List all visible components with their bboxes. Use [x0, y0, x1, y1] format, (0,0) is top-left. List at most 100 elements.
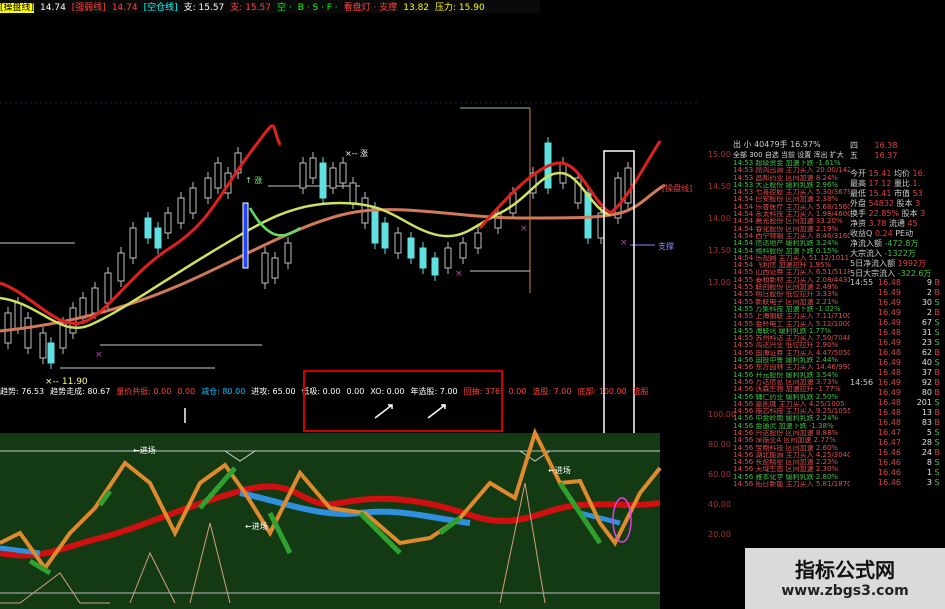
monitor-row[interactable]: 14:55 鸿达兴业 低位拉升 2.90% [733, 342, 850, 349]
up-signal-label: ↑ 涨 [245, 175, 262, 185]
watermark-title: 指标公式网 [795, 558, 895, 582]
monitor-row[interactable]: 14:56 天域生态 区间加速 2.30% [733, 466, 850, 473]
price-tick: 13.50 [708, 246, 731, 255]
title-item: 13.82 [403, 3, 430, 13]
monitor-row[interactable]: 14:54 永太科技 主力买入 1.98/4600 [733, 211, 850, 218]
indicator-title-bar: [操盘线] 14.74 [强弱线] 14.74 [空仓线] 支: 15.57 支: 15.5… [0, 0, 540, 13]
tick-row: 16.47 5 S [878, 428, 940, 437]
svg-text:×: × [620, 238, 628, 248]
monitor-row[interactable]: 14:55 新联电子 区间加速 2.21% [733, 299, 850, 306]
title-item: [强弱线] [71, 3, 106, 13]
annotation-box [303, 370, 503, 432]
monitor-tabs[interactable]: 全部 300 自选 当前 设置 浑出 扩大 [733, 150, 850, 160]
support-label: 支撑 [658, 241, 674, 251]
market-monitor-panel[interactable]: 出 小 40479手 16.97% 全部 300 自选 当前 设置 浑出 扩大 … [733, 140, 850, 609]
title-item: 压力: 15.90 [435, 3, 485, 13]
monitor-row[interactable]: 14:55 明日股份 低位拉升 3.33% [733, 291, 850, 298]
candle [144, 217, 152, 239]
indicator-value: 底部: 100.00 [577, 387, 627, 396]
monitor-row[interactable]: 14:54 乐视网 主力买入 51.12/1011 [733, 255, 850, 262]
monitor-row[interactable]: 14:54 春化股份 区间加速 2.19% [733, 226, 850, 233]
price-tick: 14.00 [708, 214, 731, 223]
watermark-url: www.zbgs3.com [781, 583, 909, 599]
candle [381, 222, 389, 249]
monitor-row[interactable]: 14:55 金杯电工 主力买入 5.12/1000 [733, 321, 850, 328]
watermark-logo: 指标公式网 www.zbgs3.com [745, 548, 945, 609]
monitor-row[interactable]: 14:56 中金岭南 缓利乳跌 2.24% [733, 415, 850, 422]
monitor-row[interactable]: 14:56 兴达股份 区间加速 8.88% [733, 430, 850, 437]
monitor-row[interactable]: 14:55 海联讯 缓利乳跌 1.77% [733, 328, 850, 335]
indicator-value: 选股 [632, 387, 649, 396]
hong-label: [操盘线] [662, 183, 692, 193]
candle [4, 312, 12, 344]
candle [214, 162, 222, 189]
monitor-row[interactable]: 14:56 开元股份 缓利乳跌 3.54% [733, 372, 850, 379]
monitor-row[interactable]: 14:55 万集科技 加速下跌 -1.02% [733, 306, 850, 313]
tick-row: 16.49 2 B [878, 288, 941, 297]
monitor-row[interactable]: 14:56 金通灵 加速下跌 -1.38% [733, 423, 850, 430]
tick-row: 16.49 23 S [878, 338, 940, 347]
monitor-row[interactable]: 14:54 信达地产 缓利乳跌 3.24% [733, 240, 850, 247]
monitor-row[interactable]: 14:53 昌邦药业 区间加速 8.24% [733, 175, 850, 182]
osc-tick: 20.00 [708, 530, 731, 539]
stat-row: 净资 3.78 流通 45 [850, 219, 918, 228]
tick-row: 14:55 16.48 9 B [850, 278, 941, 287]
monitor-row[interactable]: 14:56 振芯科技 主力买入 9.25/1055 [733, 408, 850, 415]
stat-row: 最高 17.12 量比 1. [850, 179, 921, 188]
candle [299, 162, 307, 189]
monitor-row[interactable]: 14:53 大正股份 缓利乳跌 2.96% [733, 182, 850, 189]
oscillator-panel [0, 433, 660, 609]
monitor-row[interactable]: 14:55 山西证券 主力买入 6.51/5118 [733, 269, 850, 276]
candle [394, 232, 402, 254]
candle [309, 157, 317, 179]
monitor-row[interactable]: 14:56 宝鼎科技 区间加速 2.60% [733, 445, 850, 452]
svg-text:←进场: ←进场 [548, 466, 571, 475]
monitor-row[interactable]: 14:55 联创股份 区间加速 2.48% [733, 284, 850, 291]
monitor-row[interactable]: 14:53 七喜控股 主力买入 5.30/3679 [733, 189, 850, 196]
osc-axis: 100.00 80.00 60.00 40.00 20.00 [708, 400, 736, 600]
monitor-row[interactable]: 14:54 乐普医疗 主力买入 5.68/1560 [733, 204, 850, 211]
monitor-row[interactable]: 14:54 西宁特钢 主力买入 8.46/3160 [733, 233, 850, 240]
monitor-row[interactable]: 14:56 雅本化学 缓利乳跌 2.80% [733, 474, 850, 481]
brown-ma-line [0, 183, 666, 333]
monitor-row[interactable]: 14:54 巴安股份 区间加速 2.38% [733, 196, 850, 203]
monitor-row[interactable]: 14:55 苏州科达 主力买入 7.50/7048 [733, 335, 850, 342]
candle [117, 252, 125, 282]
monitor-row[interactable]: 14:54 飞利信 加速拉升 1.95% [733, 262, 850, 269]
tick-row: 16.46 1 S [878, 468, 940, 477]
candle [39, 332, 47, 359]
monitor-row[interactable]: 14:56 湖北能源 主力买入 4.25/3040 [733, 452, 850, 459]
monitor-row[interactable]: 14:56 国投中鲁 缓利乳跌 2.44% [733, 357, 850, 364]
monitor-row[interactable]: 14:54 晨光股份 区间加速 33.20% [733, 218, 850, 225]
monitor-row[interactable]: 14:56 嘉凯城 主力买入 4.25/1005 [733, 401, 850, 408]
svg-text:×: × [520, 224, 528, 234]
flow-row: 5日净流入额 1992万 [850, 259, 926, 268]
monitor-row[interactable]: 14:55 泰和新材 主力买入 2.08/4431 [733, 277, 850, 284]
monitor-row[interactable]: 14:55 上海钢联 主力买入 7.11/7100 [733, 313, 850, 320]
indicator-value: 0.00 [177, 387, 196, 396]
monitor-row[interactable]: 14:56 万达信息 区间加速 3.73% [733, 379, 850, 386]
tick-row: 16.48 37 B [878, 368, 941, 377]
monitor-row[interactable]: 14:56 国海证券 主力买入 4.47/5050 [733, 350, 850, 357]
candle [261, 252, 269, 284]
monitor-row[interactable]: 14:56 长盈精密 区间加速 2.23% [733, 459, 850, 466]
kline-chart[interactable]: × × × × ×-- 11.90 ×-- 涨 ↑ 涨 支撑 [操盘线] ←进场… [0, 13, 708, 609]
tick-row: 16.46 8 S [878, 458, 940, 467]
monitor-row[interactable]: 14:56 拓日新能 主力买入 5.81/1870 [733, 481, 850, 488]
monitor-row[interactable]: 14:54 格科股份 加速下跌 0.15% [733, 248, 850, 255]
monitor-row[interactable]: 14:56 辅仁药业 缓利乳跌 2.50% [733, 394, 850, 401]
book-row: 四 16.38 [850, 141, 898, 150]
quote-panel: 四 16.38 五 16.37 今开 15.41 均价 16. 最高 17.12 量比… [850, 140, 945, 609]
monitor-row[interactable]: 14:53 昂鸿迅源 主力买入 20.00/1421 [733, 167, 850, 174]
flow-row: 大宗流入 -1322万 [850, 249, 916, 258]
price-tick: 15.00 [708, 150, 731, 159]
monitor-row[interactable]: 14:56 深振业A 区间加速 2.77% [733, 437, 850, 444]
indicator-value: 0.00 [508, 387, 527, 396]
monitor-row[interactable]: 14:56 东方园林 主力买入 14.46/9900 [733, 364, 850, 371]
title-item: B · S · F · [297, 3, 338, 13]
title-item: [空仓线] [143, 3, 178, 13]
monitor-row[interactable]: 14:56 沃森生物 加速拉升 -1.77% [733, 386, 850, 393]
monitor-row[interactable]: 14:53 超级资金 加速下跌 -1.61% [733, 160, 850, 167]
tick-row: 16.49 30 S [878, 298, 940, 307]
candle [444, 247, 452, 269]
